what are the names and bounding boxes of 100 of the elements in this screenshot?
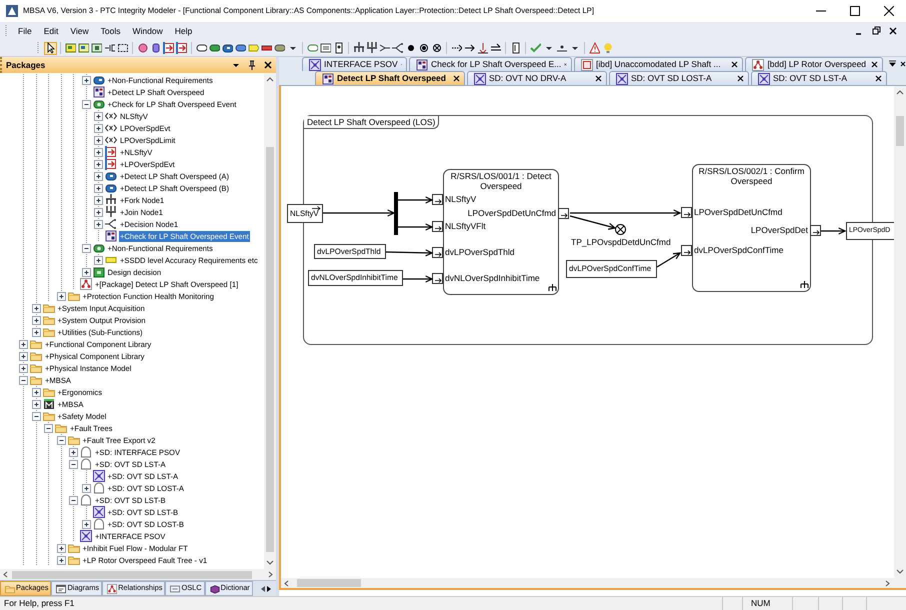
tree-toggle[interactable] (94, 196, 103, 204)
close-icon[interactable] (884, 6, 894, 16)
check-icon[interactable] (530, 42, 541, 54)
rounded-box-icon[interactable] (274, 42, 285, 54)
decision-icon[interactable] (392, 42, 403, 54)
tree-toggle[interactable] (94, 172, 103, 180)
tree-toggle[interactable] (82, 268, 90, 276)
close-icon[interactable] (875, 75, 882, 82)
block-icon[interactable] (78, 42, 89, 54)
decision-icon[interactable] (379, 42, 390, 54)
scroll-left-icon[interactable] (260, 584, 266, 592)
tree-toggle[interactable] (19, 376, 28, 384)
tree-toggle[interactable] (69, 448, 78, 456)
tree-toggle[interactable] (44, 424, 53, 432)
signal-arrow-icon[interactable] (477, 42, 488, 54)
dropdown-icon[interactable] (889, 60, 896, 68)
tree-toggle[interactable] (82, 76, 90, 84)
document-tab[interactable]: SD: OVT SD LOST-A (609, 71, 749, 85)
tree-toggle[interactable] (56, 292, 66, 300)
arrow-icon[interactable] (464, 42, 475, 54)
tree-toggle[interactable] (19, 364, 28, 372)
document-tab[interactable]: Detect LP Shaft Overspeed (315, 71, 465, 85)
flow-arrow (398, 223, 434, 231)
close-icon[interactable] (731, 61, 738, 68)
tree-toggle[interactable] (82, 520, 90, 528)
bulb-icon[interactable] (602, 42, 613, 54)
maximize-icon[interactable] (850, 6, 860, 16)
tree-toggle[interactable] (32, 316, 40, 324)
tree-toggle[interactable] (94, 256, 103, 264)
document-tab[interactable]: SD: OVT SD LST-A (751, 71, 887, 85)
scrollbar-thumb[interactable] (297, 579, 361, 587)
document-tab[interactable]: Check for LP Shaft Overspeed E... (409, 57, 572, 71)
menu-item[interactable]: Edit (38, 23, 64, 39)
action-icon[interactable] (222, 42, 233, 54)
scroll-right-icon[interactable] (266, 584, 272, 592)
tree-toggle[interactable] (94, 148, 103, 156)
tree-toggle[interactable] (94, 208, 103, 216)
document-tab[interactable]: SD: OVT NO DRV-A (467, 71, 607, 85)
caret-icon[interactable] (232, 61, 240, 69)
fork-icon (105, 194, 117, 206)
tree-toggle[interactable] (56, 436, 66, 444)
tree-toggle[interactable] (69, 460, 78, 468)
document-tab[interactable]: [ibd] Unaccomodated LP Shaft ... (574, 57, 744, 71)
tree-toggle[interactable] (32, 412, 40, 420)
tree-toggle[interactable] (94, 184, 103, 192)
tree-toggle[interactable] (82, 244, 90, 252)
block-icon[interactable] (65, 42, 76, 54)
close-icon[interactable] (737, 75, 744, 82)
tree-toggle[interactable] (94, 160, 103, 168)
close-icon[interactable] (264, 61, 272, 69)
rounded-box-icon[interactable] (196, 42, 207, 54)
frame-icon[interactable] (117, 42, 128, 54)
tree-toggle[interactable] (32, 304, 40, 312)
tree-toggle[interactable] (32, 328, 40, 336)
close-icon[interactable] (595, 75, 602, 82)
tree-toggle[interactable] (32, 388, 40, 396)
scrollbar-thumb[interactable] (12, 570, 252, 578)
tree-toggle[interactable] (94, 124, 103, 132)
restore-icon[interactable] (872, 26, 881, 36)
warning-icon[interactable] (589, 42, 600, 54)
tree-toggle[interactable] (56, 556, 66, 564)
pin-icon[interactable] (248, 60, 256, 70)
diagram-icon (105, 230, 117, 242)
close-icon[interactable] (900, 61, 906, 67)
dot-icon[interactable] (418, 42, 429, 54)
activity-icon[interactable] (209, 42, 220, 54)
input-pin (432, 221, 443, 232)
tree-toggle[interactable] (82, 484, 90, 492)
close-icon[interactable] (889, 26, 898, 36)
menu-item[interactable]: Tools (94, 23, 126, 39)
block-icon[interactable] (91, 42, 102, 54)
close-icon[interactable] (453, 75, 460, 82)
menu-item[interactable]: View (64, 23, 95, 39)
menu-item[interactable]: File (12, 23, 38, 39)
tree-toggle[interactable] (19, 352, 28, 360)
tree-toggle[interactable] (94, 136, 103, 144)
fork-icon[interactable] (353, 42, 364, 54)
page-icon[interactable] (510, 42, 521, 54)
folder-icon (42, 410, 54, 422)
join-icon[interactable] (366, 42, 377, 54)
scrollbar-thumb[interactable] (896, 116, 904, 146)
cross-circle-icon[interactable] (431, 42, 442, 54)
tree-toggle[interactable] (56, 544, 66, 552)
tree-toggle[interactable] (94, 220, 103, 228)
tree-toggle[interactable] (94, 112, 103, 120)
menu-item[interactable]: Window (126, 23, 169, 39)
tree-toggle[interactable] (32, 400, 40, 408)
folder-icon (42, 326, 54, 338)
dashed-arrow-icon[interactable] (451, 42, 462, 54)
dot-icon[interactable] (405, 42, 416, 54)
action-icon[interactable] (235, 42, 246, 54)
tree-toggle[interactable] (19, 340, 28, 348)
document-tab[interactable]: INTERFACE PSOV (302, 57, 407, 71)
document-tab[interactable]: [bdd] LP Rotor Overspeed (745, 57, 883, 71)
menu-item[interactable]: Help (168, 23, 198, 39)
scrollbar-thumb[interactable] (266, 147, 274, 552)
tree-toggle[interactable] (82, 100, 90, 108)
pointer-tool[interactable] (44, 42, 57, 54)
tree-toggle[interactable] (69, 496, 78, 504)
close-icon[interactable] (871, 61, 878, 68)
